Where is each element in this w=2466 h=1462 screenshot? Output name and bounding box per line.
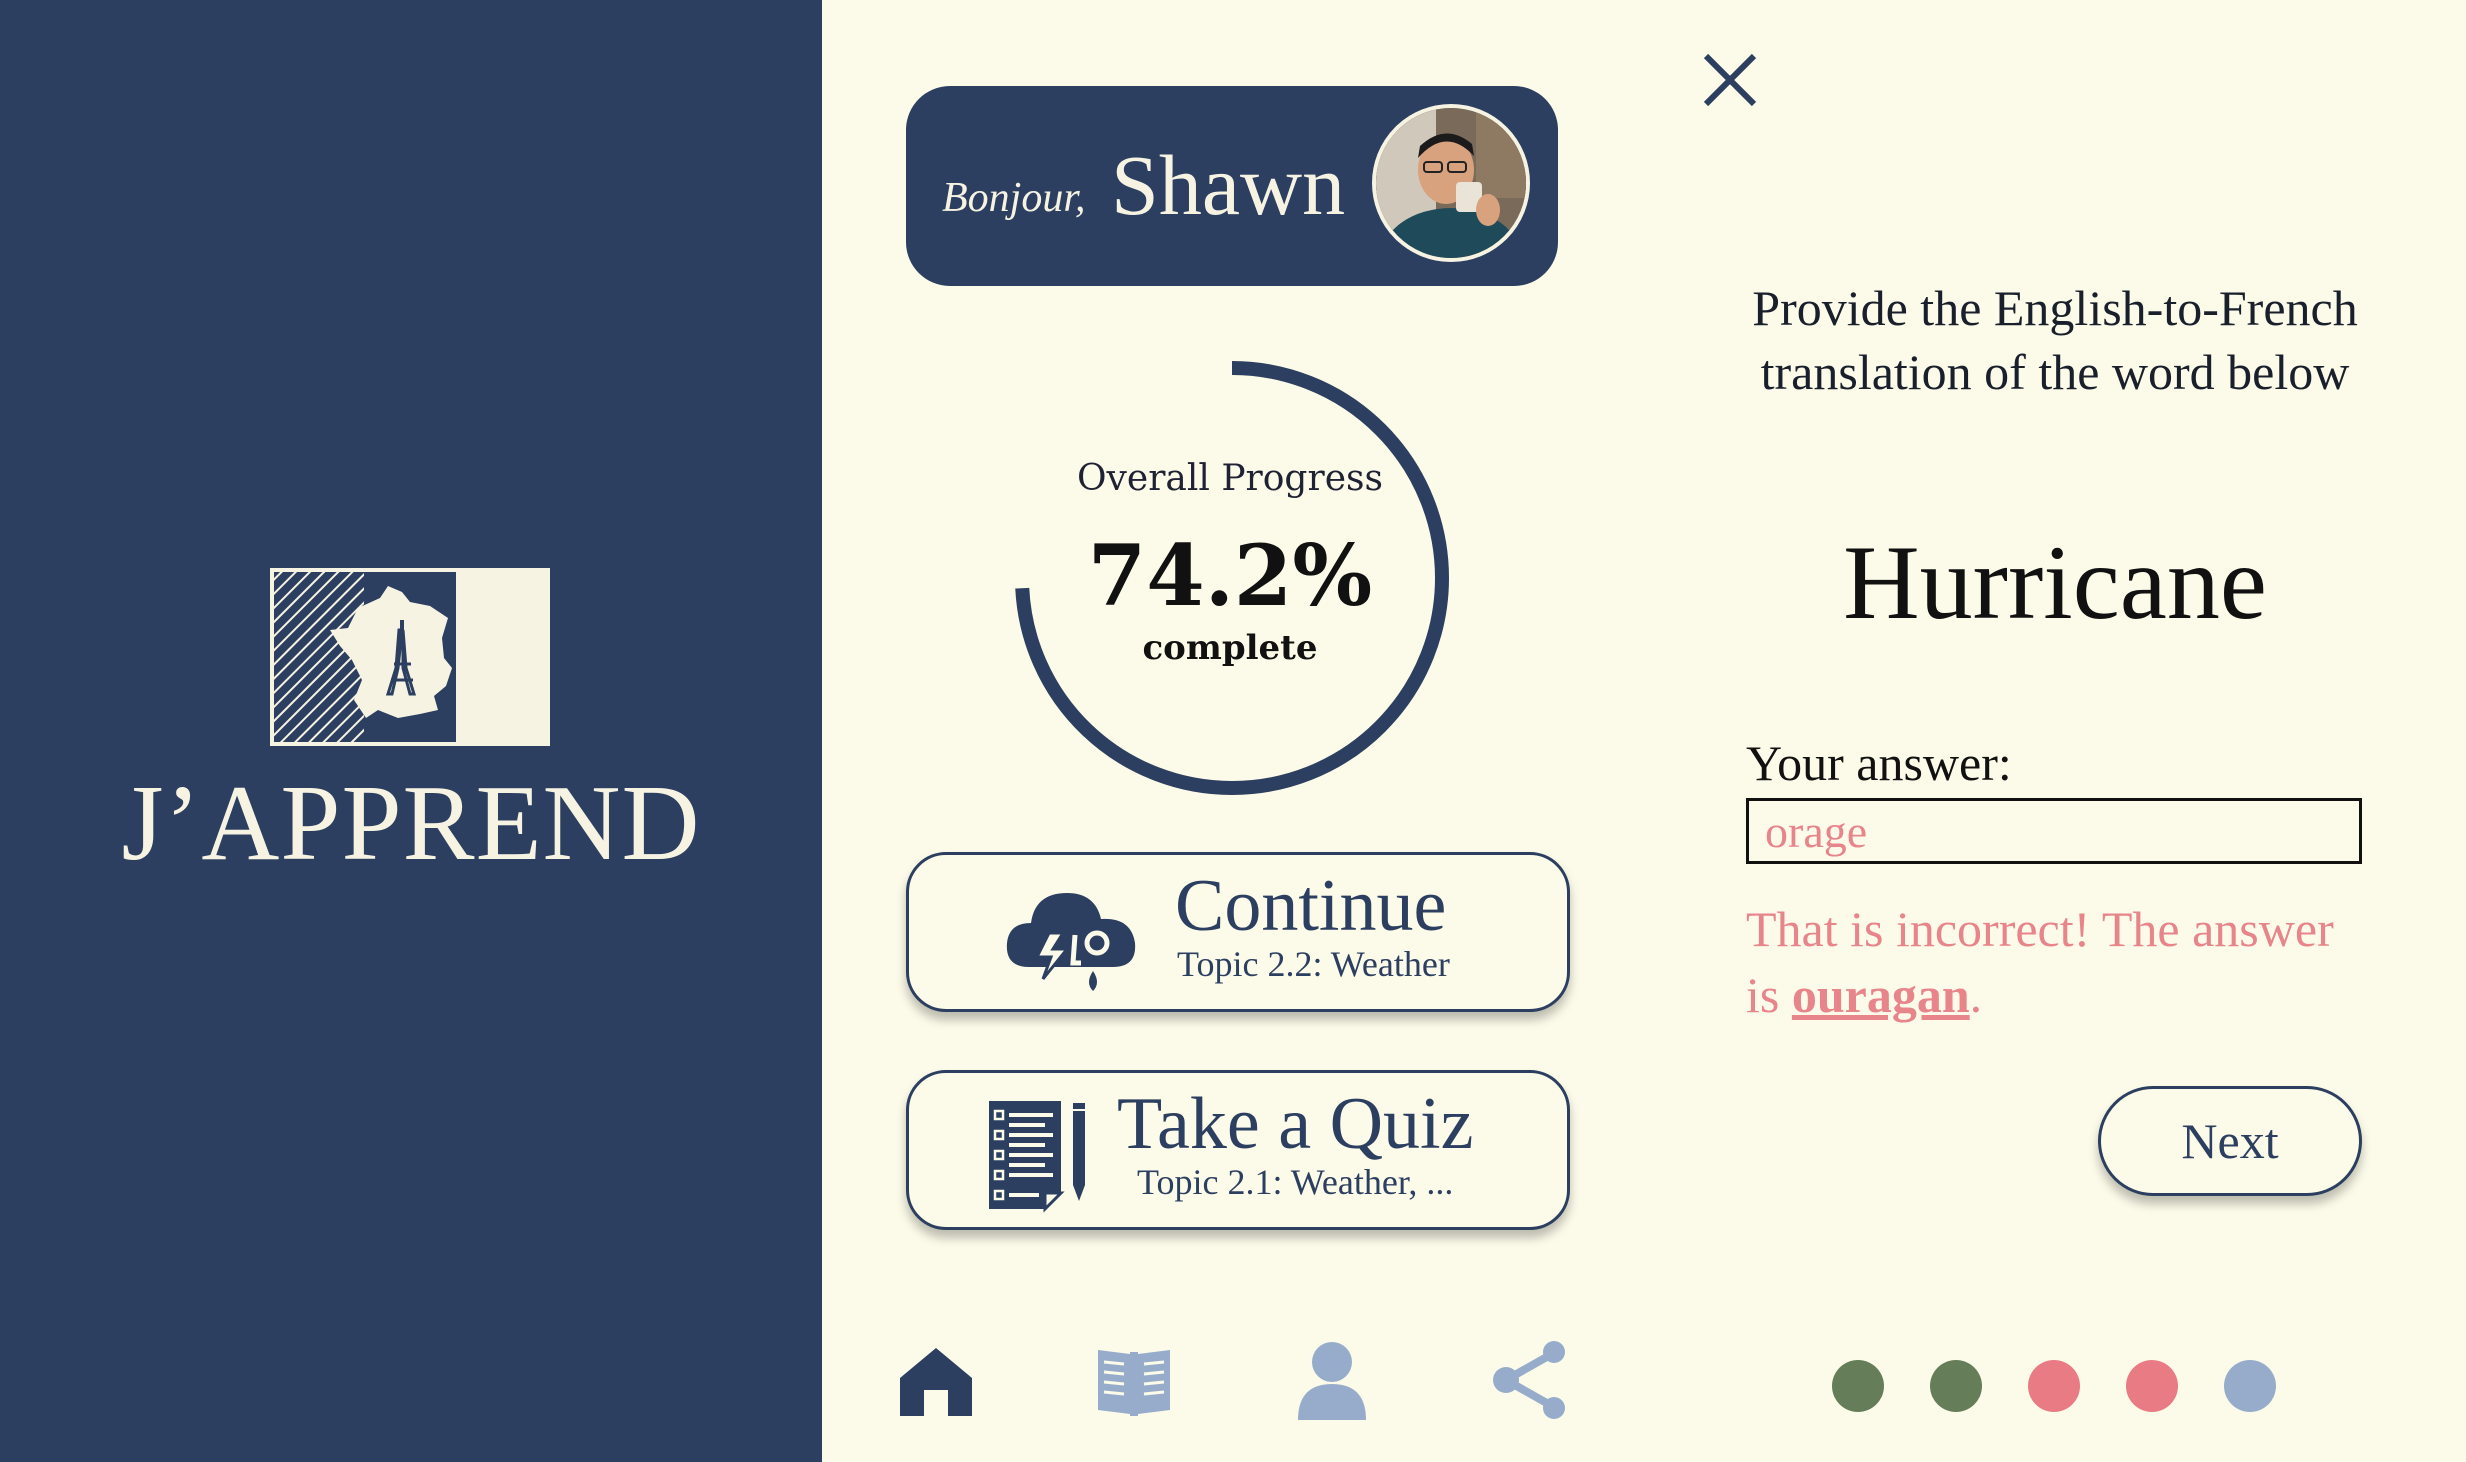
storm-cloud-icon [1006,893,1136,991]
continue-title: Continue [1175,865,1447,947]
brand-panel: J’APPREND [0,0,822,1462]
france-eiffel-logo [270,568,550,746]
home-icon[interactable] [896,1340,976,1420]
brand-name: J’APPREND [121,764,701,883]
profile-icon[interactable] [1292,1340,1372,1420]
result-dot-5 [2224,1360,2276,1412]
close-icon[interactable] [1700,50,1760,110]
quiz-title: Take a Quiz [1117,1083,1474,1165]
answer-input[interactable] [1746,798,2362,864]
answer-label: Your answer: [1746,735,2012,791]
progress-sub: complete [1142,628,1318,668]
feedback-message: That is incorrect! The answer is ouragan… [1746,896,2376,1028]
progress-value: 74.2% [1087,526,1373,625]
quiz-subtitle: Topic 2.1: Weather, ... [1137,1162,1454,1202]
greeting-banner: Bonjour, Shawn [906,86,1558,286]
quiz-list-icon [989,1101,1085,1213]
continue-subtitle: Topic 2.2: Weather [1177,944,1450,984]
take-quiz-button[interactable]: Take a Quiz Topic 2.1: Weather, ... [906,1070,1570,1230]
greeting-name: Shawn [1111,137,1346,233]
feedback-suffix: . [1969,967,1983,1023]
book-icon[interactable] [1094,1340,1174,1420]
progress-label: Overall Progress [1077,458,1383,499]
correct-answer: ouragan [1791,967,1970,1023]
greeting-hello: Bonjour, [942,175,1086,221]
result-dot-4 [2126,1360,2178,1412]
continue-button[interactable]: Continue Topic 2.2: Weather [906,852,1570,1012]
next-button[interactable]: Next [2098,1086,2362,1196]
result-dot-1 [1832,1360,1884,1412]
avatar[interactable] [1372,104,1530,262]
result-dot-3 [2028,1360,2080,1412]
share-icon[interactable] [1490,1340,1570,1420]
quiz-word: Hurricane [1843,524,2267,641]
result-dot-2 [1930,1360,1982,1412]
quiz-prompt: Provide the English-to-French translatio… [1752,280,2358,400]
avatar-photo [1376,108,1526,258]
